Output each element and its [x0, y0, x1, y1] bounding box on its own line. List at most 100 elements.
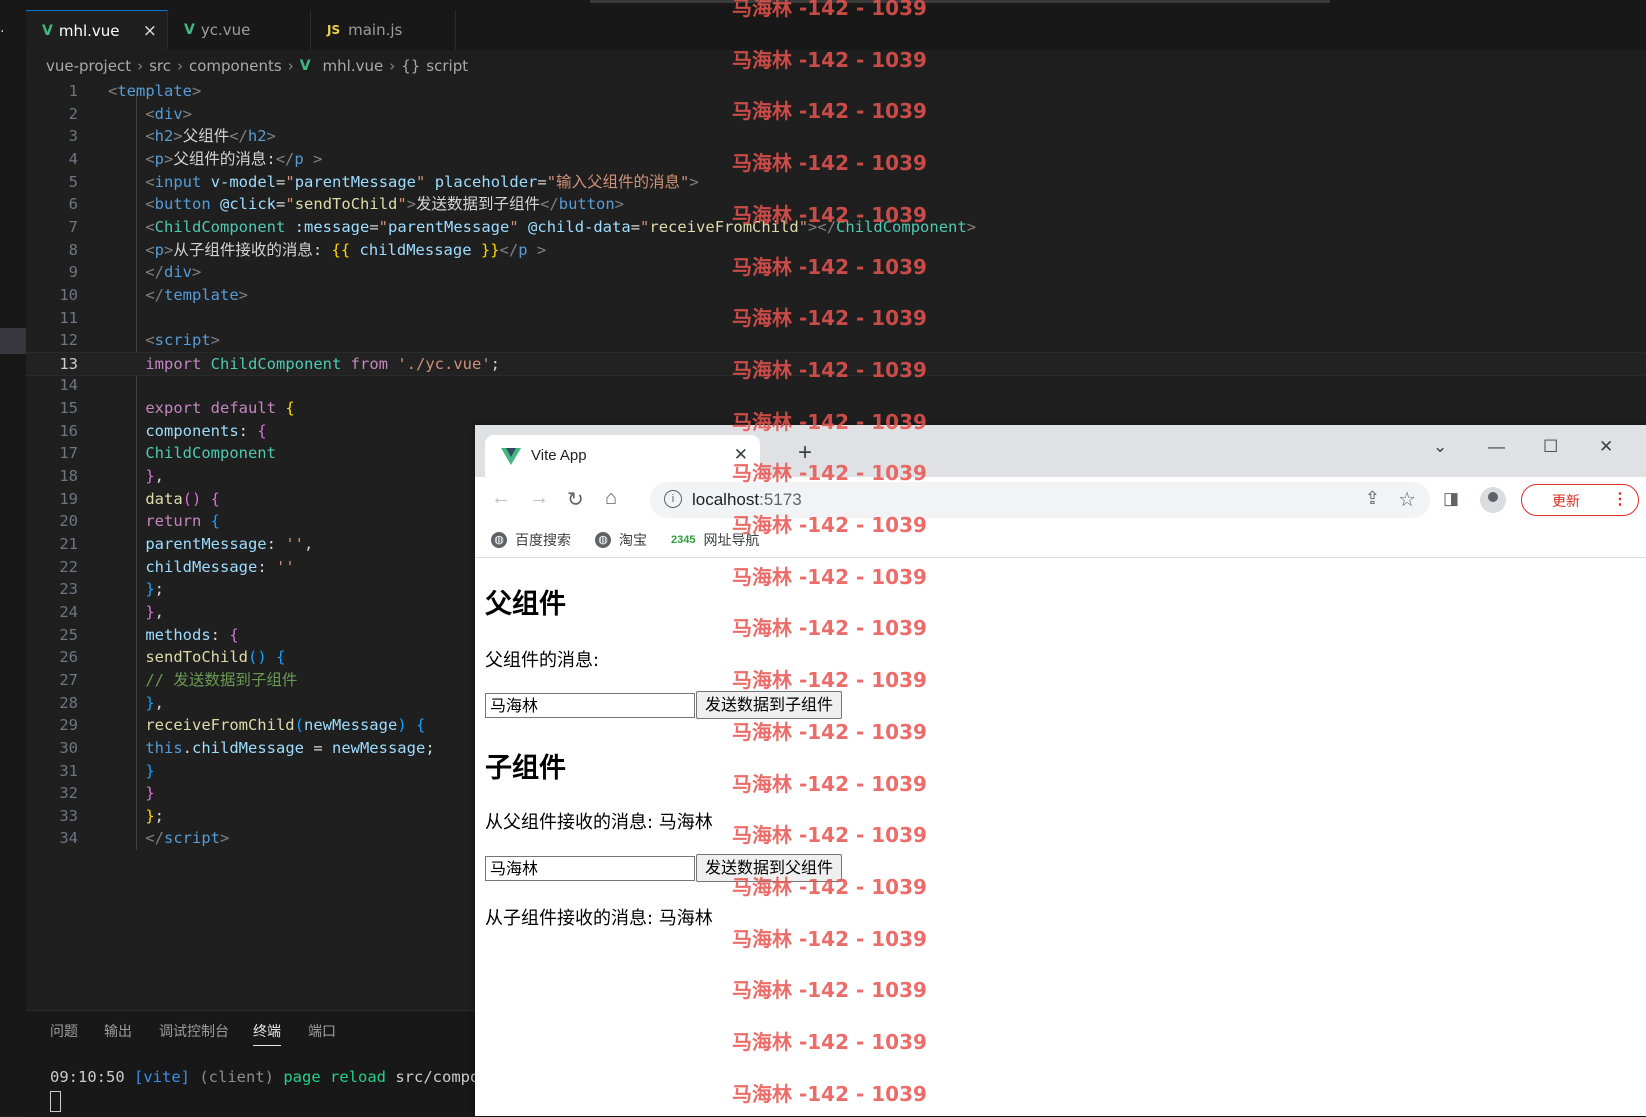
tab-main-js[interactable]: JS main.js — [311, 10, 456, 50]
code-line[interactable]: 2 <div> — [26, 103, 1646, 127]
bookmark-taobao[interactable]: ◍ 淘宝 — [595, 530, 647, 550]
home-icon[interactable]: ⌂ — [605, 487, 617, 510]
code-line[interactable]: 15 export default { — [26, 397, 1646, 421]
code-text: }, — [108, 692, 164, 716]
code-token: > — [173, 127, 183, 146]
panel-tab-output[interactable]: 输出 — [104, 1021, 132, 1041]
code-line[interactable]: 7 <ChildComponent :message="parentMessag… — [26, 216, 1646, 240]
breadcrumb-components[interactable]: components — [189, 57, 282, 75]
code-line[interactable]: 6 <button @click="sendToChild">发送数据到子组件<… — [26, 193, 1646, 217]
vue-icon: V — [42, 22, 53, 39]
code-token: script — [164, 829, 220, 848]
code-token: < — [145, 149, 155, 168]
browser-tab[interactable]: Vite App ✕ — [485, 435, 760, 477]
code-line[interactable]: 5 <input v-model="parentMessage" placeho… — [26, 171, 1646, 195]
code-text: // 发送数据到子组件 — [108, 669, 297, 693]
terminal-output[interactable]: 09:10:50 [vite] (client) page reload src… — [50, 1068, 489, 1086]
panel-tab-terminal[interactable]: 终端 — [253, 1021, 281, 1046]
panel-tab-debug-console[interactable]: 调试控制台 — [159, 1021, 229, 1041]
code-text: </script> — [108, 827, 229, 851]
code-line[interactable]: 12 <script> — [26, 329, 1646, 353]
code-token: :message — [294, 217, 370, 236]
code-line[interactable]: 13 import ChildComponent from './yc.vue'… — [26, 351, 1646, 376]
code-token: ( — [294, 716, 304, 735]
code-line[interactable]: 9 </div> — [26, 261, 1646, 285]
send-to-child-button[interactable]: 发送数据到子组件 — [696, 691, 843, 719]
forward-icon[interactable]: → — [529, 487, 549, 510]
close-window-icon[interactable]: ✕ — [1599, 437, 1613, 457]
code-token: > — [182, 104, 193, 123]
bookmark-baidu[interactable]: ◍ 百度搜索 — [491, 530, 571, 550]
code-token: </ — [145, 829, 164, 848]
maximize-icon[interactable]: ☐ — [1543, 437, 1558, 457]
tab-mhl-vue[interactable]: V mhl.vue × — [26, 10, 168, 50]
activity-item-selected[interactable] — [0, 328, 26, 354]
close-icon[interactable]: × — [143, 21, 157, 41]
braces-icon: {} — [401, 57, 421, 75]
breadcrumb-src[interactable]: src — [149, 57, 171, 75]
code-text: childMessage: '' — [108, 556, 294, 580]
update-button[interactable]: 更新 ⋮ — [1521, 484, 1639, 516]
code-token: ChildComponent — [210, 354, 342, 373]
code-text: <h2>父组件</h2> — [108, 125, 276, 149]
side-panel-icon[interactable]: ◨ — [1443, 489, 1459, 509]
share-icon[interactable]: ⇪ — [1365, 488, 1380, 509]
code-token: " — [397, 195, 407, 214]
code-token: parentMessage — [388, 217, 510, 236]
code-line[interactable]: 4 <p>父组件的消息:</p > — [26, 148, 1646, 172]
child-message-input[interactable]: 马海林 — [485, 856, 695, 881]
bookmark-star-icon[interactable]: ☆ — [1398, 487, 1416, 512]
code-token: > — [266, 127, 276, 146]
code-line[interactable]: 14 — [26, 374, 1646, 398]
code-line[interactable]: 1 <template> — [26, 80, 1646, 104]
code-line[interactable]: 11 — [26, 307, 1646, 331]
code-token: default — [210, 399, 276, 418]
breadcrumb-file[interactable]: mhl.vue — [323, 57, 384, 75]
code-text: <p>从子组件接收的消息: {{ childMessage }}</p > — [108, 239, 546, 263]
tab-yc-vue[interactable]: V yc.vue — [168, 10, 311, 50]
line-number: 1 — [68, 82, 78, 100]
minimize-icon[interactable]: — — [1488, 437, 1505, 457]
code-line[interactable]: 3 <h2>父组件</h2> — [26, 125, 1646, 149]
url-host: localhost — [692, 490, 760, 509]
tab-search-icon[interactable]: ⌄ — [1433, 437, 1447, 457]
code-line[interactable]: 10 </template> — [26, 284, 1646, 308]
code-token: < — [108, 82, 118, 100]
back-icon[interactable]: ← — [491, 487, 511, 510]
breadcrumb-symbol[interactable]: script — [426, 57, 468, 75]
code-token: p — [154, 149, 165, 168]
code-line[interactable]: 8 <p>从子组件接收的消息: {{ childMessage }}</p > — [26, 239, 1646, 263]
send-to-parent-button[interactable]: 发送数据到父组件 — [696, 854, 843, 882]
code-token: </ — [817, 217, 837, 236]
info-icon[interactable]: i — [664, 490, 682, 508]
code-token: 父组件 — [182, 127, 230, 146]
profile-avatar[interactable] — [1480, 487, 1506, 513]
bookmark-nav[interactable]: 2345 网址导航 — [671, 530, 759, 550]
address-bar[interactable]: i localhost:5173 ⇪ ☆ — [650, 482, 1430, 518]
breadcrumb-project[interactable]: vue-project — [46, 57, 131, 75]
reload-icon[interactable]: ↻ — [567, 487, 584, 512]
parent-message-input[interactable]: 马海林 — [485, 693, 695, 718]
terminal-client: (client) — [199, 1068, 274, 1086]
code-token: : — [210, 625, 230, 644]
menu-dots-icon[interactable]: ⋮ — [1612, 489, 1628, 509]
code-token: " — [509, 217, 519, 236]
bookmarks-bar: ◍ 百度搜索 ◍ 淘宝 2345 网址导航 — [475, 521, 1646, 558]
code-token: 发送数据到子组件 — [416, 195, 541, 214]
panel-tab-problems[interactable]: 问题 — [50, 1021, 78, 1041]
code-token: { — [285, 399, 295, 418]
line-number: 29 — [59, 716, 78, 735]
top-scrollbar[interactable] — [590, 0, 1330, 3]
url-text: localhost:5173 — [692, 490, 802, 510]
new-tab-icon[interactable]: + — [798, 439, 812, 467]
panel-tab-ports[interactable]: 端口 — [308, 1021, 336, 1041]
more-icon[interactable]: · — [0, 24, 4, 40]
close-icon[interactable]: ✕ — [734, 445, 748, 465]
